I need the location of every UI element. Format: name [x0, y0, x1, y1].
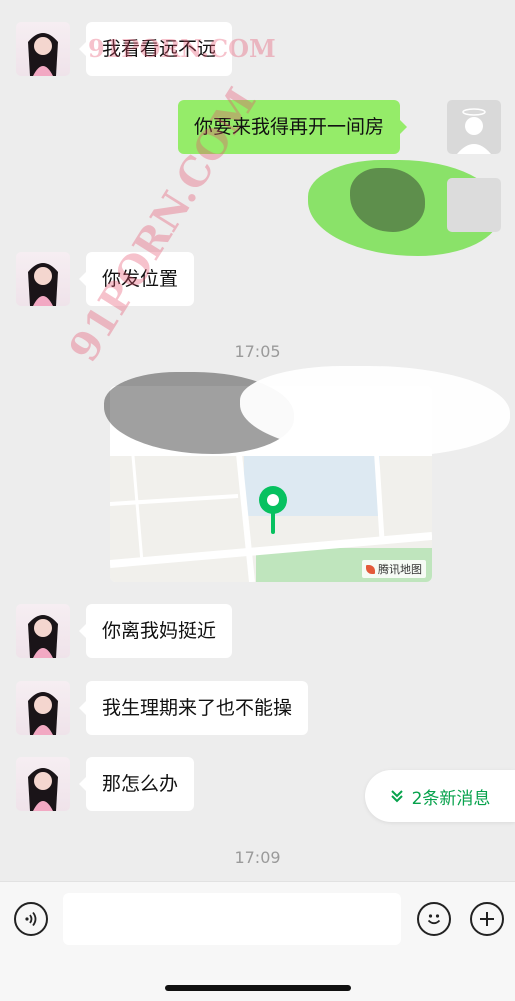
- contact-avatar[interactable]: [16, 252, 70, 306]
- plus-icon[interactable]: [470, 902, 504, 936]
- voice-icon[interactable]: [14, 902, 48, 936]
- timestamp: 17:09: [234, 848, 281, 867]
- new-messages-label: 2条新消息: [411, 788, 491, 809]
- chat-area[interactable]: 我看看远不远 你要来我得再开一间房 你发位置 17:05 腾讯地图 你离我妈挺近…: [0, 0, 515, 880]
- contact-avatar[interactable]: [16, 681, 70, 735]
- message-bubble-received[interactable]: 我生理期来了也不能操: [78, 681, 309, 735]
- watermark-text: 91PORN.COM: [60, 79, 266, 370]
- input-bar: [0, 881, 515, 1001]
- contact-avatar[interactable]: [16, 22, 70, 76]
- contact-avatar[interactable]: [16, 604, 70, 658]
- watermark-text: 91PORN.COM: [88, 34, 276, 63]
- my-avatar[interactable]: [447, 178, 501, 232]
- new-messages-button[interactable]: 2条新消息: [365, 770, 515, 822]
- my-avatar[interactable]: [447, 100, 501, 154]
- double-chevron-down-icon: [390, 789, 404, 804]
- message-input[interactable]: [63, 893, 401, 945]
- home-indicator: [165, 985, 351, 991]
- location-pin-icon: [259, 486, 287, 534]
- message-bubble-received[interactable]: 你离我妈挺近: [78, 604, 233, 658]
- message-bubble-received[interactable]: 那怎么办: [78, 757, 195, 811]
- map-provider-logo: 腾讯地图: [362, 560, 426, 578]
- contact-avatar[interactable]: [16, 757, 70, 811]
- emoji-icon[interactable]: [417, 902, 451, 936]
